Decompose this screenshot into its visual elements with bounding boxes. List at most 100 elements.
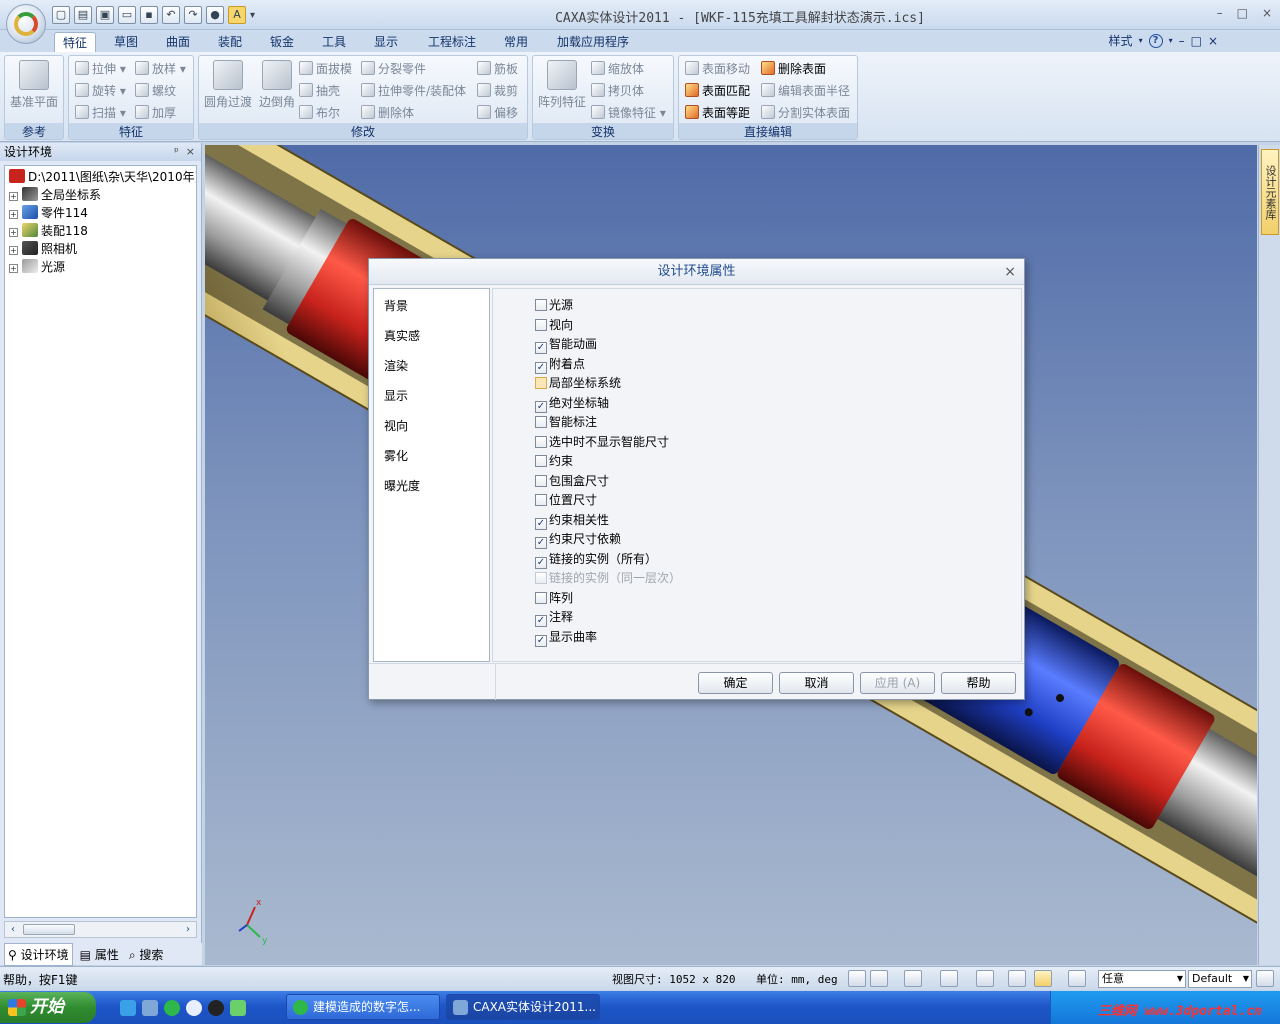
datum-plane-button[interactable]: 基准平面: [8, 60, 60, 110]
minimize-button[interactable]: –: [1217, 6, 1223, 20]
start-button[interactable]: 开始: [0, 992, 96, 1023]
task-caxa[interactable]: CAXA实体设计2011...: [446, 994, 600, 1020]
mirror-feature-button[interactable]: 镜像特征 ▾: [591, 103, 666, 123]
app-quicklaunch-icon[interactable]: [186, 1000, 202, 1016]
checkbox-empty-icon[interactable]: [535, 377, 547, 389]
tree-item-light[interactable]: + 光源: [9, 258, 65, 276]
expand-icon[interactable]: +: [9, 246, 18, 255]
expand-icon[interactable]: +: [9, 264, 18, 273]
task-browser[interactable]: 建模造成的数字怎...: [286, 994, 440, 1020]
option-checkbox[interactable]: 链接的实例（同一层次）: [535, 570, 681, 588]
offset-face-button[interactable]: 表面等距: [685, 103, 750, 123]
offset-button[interactable]: 偏移: [477, 103, 518, 123]
pattern-feature-button[interactable]: 阵列特征: [536, 60, 588, 110]
maximize-button[interactable]: □: [1237, 6, 1248, 20]
browser-quicklaunch-icon[interactable]: [164, 1000, 180, 1016]
view-orient-icon[interactable]: [904, 970, 922, 987]
tree-item-part[interactable]: + 零件114: [9, 204, 88, 222]
game-quicklaunch-icon[interactable]: [230, 1000, 246, 1016]
scroll-thumb[interactable]: [23, 924, 75, 935]
help-button[interactable]: 帮助: [941, 672, 1016, 694]
tab-sheet-metal[interactable]: 钣金: [262, 32, 302, 52]
copy-body-button[interactable]: 拷贝体: [591, 81, 644, 101]
tree-root[interactable]: D:\2011\图纸\杂\天华\2010年]: [9, 168, 196, 186]
option-checkbox[interactable]: ✓ 约束相关性: [535, 512, 609, 530]
section-view-icon[interactable]: [1008, 970, 1026, 987]
category-display[interactable]: 显示: [384, 387, 408, 404]
apply-button[interactable]: 应用 (A): [860, 672, 935, 694]
checkbox-empty-icon[interactable]: [535, 474, 547, 487]
scroll-left-icon[interactable]: ‹: [6, 923, 20, 936]
tab-sketch[interactable]: 草图: [106, 32, 146, 52]
rib-button[interactable]: 筋板: [477, 59, 518, 79]
move-face-button[interactable]: 表面移动: [685, 59, 750, 79]
thicken-button[interactable]: 加厚: [135, 103, 176, 123]
mdi-minimize-button[interactable]: –: [1179, 34, 1185, 48]
tab-feature[interactable]: 特征: [54, 32, 97, 52]
render-style-select[interactable]: Default ▼: [1188, 970, 1252, 988]
split-part-button[interactable]: 分裂零件: [361, 59, 426, 79]
tab-surface[interactable]: 曲面: [158, 32, 198, 52]
style-dropdown[interactable]: 样式: [1109, 32, 1133, 49]
checkbox-empty-icon[interactable]: [535, 494, 547, 506]
render-mode-icon[interactable]: [1034, 970, 1052, 987]
checkbox-checked-icon[interactable]: ✓: [535, 556, 547, 569]
extrude-part-button[interactable]: 拉伸零件/装配体: [361, 81, 466, 101]
option-checkbox[interactable]: 位置尺寸: [535, 492, 597, 510]
checkbox-checked-icon[interactable]: ✓: [535, 634, 547, 647]
checkbox-checked-icon[interactable]: ✓: [535, 615, 547, 627]
thread-button[interactable]: 螺纹: [135, 81, 176, 101]
boolean-button[interactable]: 布尔: [299, 103, 340, 123]
checkbox-empty-icon[interactable]: [535, 416, 547, 428]
option-checkbox[interactable]: ✓ 附着点: [535, 356, 585, 374]
tree-item-camera[interactable]: + 照相机: [9, 240, 77, 258]
checkbox-empty-icon[interactable]: [535, 455, 547, 467]
panel-close-icon[interactable]: ×: [186, 145, 195, 158]
tree-item-assembly[interactable]: + 装配118: [9, 222, 88, 240]
option-checkbox[interactable]: 视向: [535, 317, 573, 335]
caxa-quicklaunch-icon[interactable]: [142, 1000, 158, 1016]
tree-item-global-coords[interactable]: + 全局坐标系: [9, 186, 101, 204]
delete-body-button[interactable]: 删除体: [361, 103, 414, 123]
mdi-restore-button[interactable]: □: [1191, 34, 1202, 48]
tab-assembly[interactable]: 装配: [210, 32, 250, 52]
zoom-icon[interactable]: [848, 970, 866, 987]
checkbox-checked-icon[interactable]: ✓: [535, 361, 547, 374]
tab-tools[interactable]: 工具: [314, 32, 354, 52]
horizontal-scrollbar[interactable]: ‹ ›: [4, 921, 197, 938]
expand-icon[interactable]: +: [9, 228, 18, 237]
tab-design-environment[interactable]: ⚲ 设计环境: [4, 942, 73, 966]
tab-display[interactable]: 显示: [366, 32, 406, 52]
split-solid-face-button[interactable]: 分割实体表面: [761, 103, 850, 123]
fillet-button[interactable]: 圆角过渡: [202, 60, 254, 110]
dialog-close-icon[interactable]: ×: [1004, 259, 1016, 285]
option-checkbox[interactable]: ✓ 链接的实例（所有）: [535, 551, 657, 569]
category-render[interactable]: 渲染: [384, 357, 408, 374]
option-checkbox[interactable]: 选中时不显示智能尺寸: [535, 434, 669, 452]
tab-search[interactable]: ⌕ 搜索: [126, 944, 167, 965]
checkbox-empty-icon[interactable]: [535, 591, 547, 604]
ok-button[interactable]: 确定: [698, 672, 773, 694]
checkbox-checked-icon[interactable]: ✓: [535, 342, 547, 354]
option-checkbox[interactable]: ✓ 绝对坐标轴: [535, 395, 609, 413]
checkbox-checked-icon[interactable]: ✓: [535, 537, 547, 549]
draft-face-button[interactable]: 面拔模: [299, 59, 352, 79]
checkbox-checked-icon[interactable]: ✓: [535, 400, 547, 413]
selection-mode-select[interactable]: 任意 ▼: [1098, 970, 1186, 988]
loft-button[interactable]: 放样 ▾: [135, 59, 186, 79]
category-realism[interactable]: 真实感: [384, 327, 420, 344]
option-checkbox[interactable]: 局部坐标系统: [535, 375, 621, 393]
selection-filter-icon[interactable]: [1068, 970, 1086, 987]
show-desktop-icon[interactable]: [120, 1000, 136, 1016]
expand-icon[interactable]: +: [9, 192, 18, 201]
extrude-button[interactable]: 拉伸 ▾: [75, 59, 126, 79]
cancel-button[interactable]: 取消: [779, 672, 854, 694]
scale-body-button[interactable]: 缩放体: [591, 59, 644, 79]
checkbox-empty-icon[interactable]: [535, 572, 547, 584]
chamfer-button[interactable]: 边倒角: [251, 60, 303, 110]
mdi-close-button[interactable]: ×: [1208, 34, 1218, 48]
scroll-right-icon[interactable]: ›: [181, 923, 195, 936]
shell-button[interactable]: 抽壳: [299, 81, 340, 101]
close-button[interactable]: ×: [1262, 6, 1272, 20]
application-menu-button[interactable]: [6, 4, 46, 44]
